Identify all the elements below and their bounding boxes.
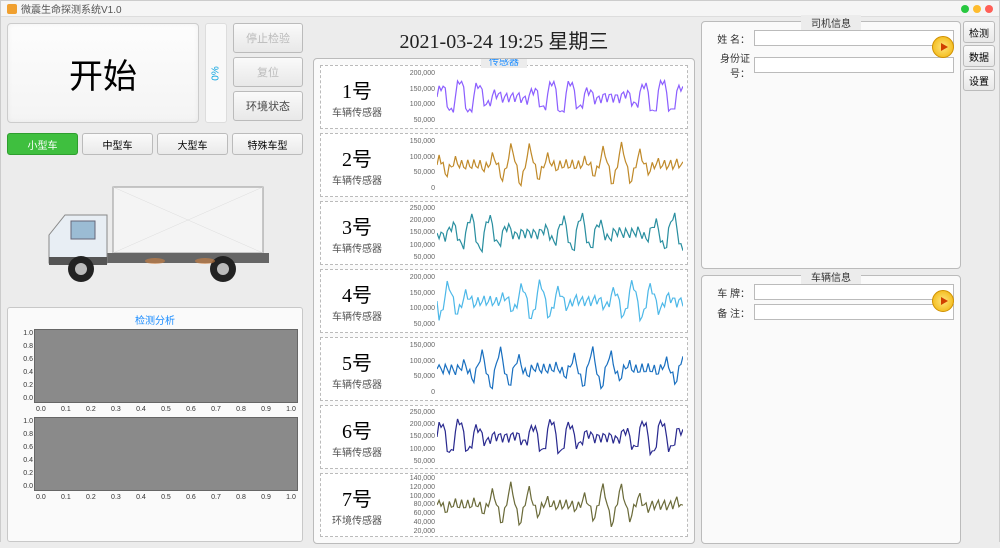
reset-button[interactable]: 复位 — [233, 57, 303, 87]
sensor-num: 5号 — [321, 347, 393, 376]
start-button[interactable]: 开始 — [7, 23, 199, 123]
app-window: 微震生命探测系统V1.0 开始 0% 停止检验 复位 环境状态 — [0, 0, 1000, 542]
vehicle-tab-0[interactable]: 小型车 — [7, 133, 78, 155]
right-panel: 司机信息 姓 名： 身份证号： 车辆信息 车 牌： — [699, 17, 999, 548]
sensor-sub: 车辆传感器 — [321, 444, 393, 459]
note-input[interactable] — [754, 304, 954, 320]
datetime-display: 2021-03-24 19:25 星期三 — [313, 21, 695, 56]
sensor-sub: 车辆传感器 — [321, 240, 393, 255]
name-label: 姓 名： — [708, 31, 750, 46]
sensor-num: 2号 — [321, 143, 393, 172]
sensor-chart-2 — [437, 138, 683, 192]
sensor-row-3: 3号车辆传感器250,000200,000150,000100,00050,00… — [320, 201, 688, 265]
window-title: 微震生命探测系统V1.0 — [21, 1, 122, 16]
sensor-chart-6 — [437, 410, 683, 464]
vehicle-tab-1[interactable]: 中型车 — [82, 133, 153, 155]
vehicle-play-button[interactable] — [932, 290, 954, 312]
window-controls[interactable] — [961, 5, 993, 13]
sensor-row-5: 5号车辆传感器150,000100,00050,0000 — [320, 337, 688, 401]
progress-gauge: 0% — [205, 23, 227, 123]
sensor-chart-7 — [437, 478, 683, 532]
middle-panel: 2021-03-24 19:25 星期三 传感器 1号车辆传感器200,0001… — [309, 17, 699, 548]
sensor-chart-4 — [437, 274, 683, 328]
sensor-num: 1号 — [321, 75, 393, 104]
driver-info-group: 司机信息 姓 名： 身份证号： — [701, 21, 961, 269]
sensor-row-4: 4号车辆传感器200,000150,000100,00050,000 — [320, 269, 688, 333]
sensor-row-2: 2号车辆传感器150,000100,00050,0000 — [320, 133, 688, 197]
driver-play-button[interactable] — [932, 36, 954, 58]
plate-input[interactable] — [754, 284, 954, 300]
sensor-row-7: 7号环境传感器140,000120,000100,00080,00060,000… — [320, 473, 688, 537]
sensor-num: 6号 — [321, 415, 393, 444]
name-input[interactable] — [754, 30, 954, 46]
minimize-icon[interactable] — [961, 5, 969, 13]
env-status-button[interactable]: 环境状态 — [233, 91, 303, 121]
sensor-sub: 车辆传感器 — [321, 308, 393, 323]
sensors-title: 传感器 — [481, 58, 527, 68]
note-label: 备 注： — [708, 305, 750, 320]
side-button-2[interactable]: 设置 — [963, 69, 995, 91]
vehicle-illustration — [7, 171, 303, 301]
plate-label: 车 牌： — [708, 285, 750, 300]
app-icon — [7, 4, 17, 14]
left-panel: 开始 0% 停止检验 复位 环境状态 小型车中型车大型车特殊车型 — [1, 17, 309, 548]
side-button-0[interactable]: 检测 — [963, 21, 995, 43]
vehicle-info-group: 车辆信息 车 牌： 备 注： — [701, 275, 961, 544]
maximize-icon[interactable] — [973, 5, 981, 13]
sensor-row-6: 6号车辆传感器250,000200,000150,000100,00050,00… — [320, 405, 688, 469]
driver-group-title: 司机信息 — [801, 15, 861, 30]
sensor-num: 3号 — [321, 211, 393, 240]
gauge-value: 0% — [210, 66, 221, 80]
sensor-sub: 车辆传感器 — [321, 104, 393, 119]
close-icon[interactable] — [985, 5, 993, 13]
sensor-sub: 车辆传感器 — [321, 376, 393, 391]
start-label: 开始 — [69, 49, 137, 98]
id-input[interactable] — [754, 57, 954, 73]
sensors-group: 传感器 1号车辆传感器200,000150,000100,00050,0002号… — [313, 58, 695, 544]
sensor-sub: 环境传感器 — [321, 512, 393, 527]
sensor-sub: 车辆传感器 — [321, 172, 393, 187]
id-label: 身份证号： — [708, 50, 750, 80]
stop-button[interactable]: 停止检验 — [233, 23, 303, 53]
truck-icon — [35, 181, 275, 291]
vehicle-tab-3[interactable]: 特殊车型 — [232, 133, 303, 155]
sensor-chart-3 — [437, 206, 683, 260]
vehicle-type-tabs: 小型车中型车大型车特殊车型 — [7, 133, 303, 155]
sensor-num: 4号 — [321, 279, 393, 308]
analysis-chart-1: 1.00.80.60.40.20.0 — [34, 329, 298, 403]
analysis-chart-2: 1.00.80.60.40.20.0 — [34, 417, 298, 491]
vehicle-group-title: 车辆信息 — [801, 269, 861, 284]
sensor-chart-1 — [437, 70, 683, 124]
side-buttons: 检测数据设置 — [963, 21, 995, 544]
sensor-num: 7号 — [321, 483, 393, 512]
sensor-chart-5 — [437, 342, 683, 396]
side-button-1[interactable]: 数据 — [963, 45, 995, 67]
vehicle-tab-2[interactable]: 大型车 — [157, 133, 228, 155]
sensor-row-1: 1号车辆传感器200,000150,000100,00050,000 — [320, 65, 688, 129]
analysis-title: 检测分析 — [12, 312, 298, 327]
analysis-panel: 检测分析 1.00.80.60.40.20.0 0.00.10.20.30.40… — [7, 307, 303, 542]
